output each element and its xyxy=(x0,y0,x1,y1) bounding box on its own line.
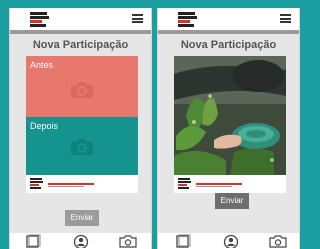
gallery-icon[interactable] xyxy=(173,234,193,248)
depois-photo-slot[interactable]: Depois xyxy=(26,117,138,175)
camera-tab-icon[interactable] xyxy=(268,234,288,248)
phone-screen-new-participation: Nova Participação Antes Depois Enviar xyxy=(9,8,152,249)
photo-card: Antes Depois xyxy=(26,56,138,193)
bottom-nav xyxy=(158,233,299,249)
camera-icon[interactable] xyxy=(68,137,96,157)
card-footer-logo xyxy=(26,175,138,193)
antes-label: Antes xyxy=(30,60,54,70)
app-bar xyxy=(10,8,151,30)
menu-icon[interactable] xyxy=(132,14,143,23)
app-logo xyxy=(30,10,52,29)
card-footer-logo xyxy=(174,175,286,193)
antes-photo-slot[interactable]: Antes xyxy=(26,56,138,117)
depois-label: Depois xyxy=(30,121,59,131)
camera-tab-icon[interactable] xyxy=(118,234,138,248)
profile-icon[interactable] xyxy=(71,234,91,248)
participation-photo[interactable] xyxy=(174,56,286,175)
page-title: Nova Participação xyxy=(180,39,277,51)
photo-card xyxy=(174,56,286,193)
send-button[interactable]: Enviar xyxy=(215,193,249,209)
menu-icon[interactable] xyxy=(280,14,291,23)
profile-icon[interactable] xyxy=(221,234,241,248)
app-bar xyxy=(158,8,299,30)
content-area: Nova Participação Enviar xyxy=(158,34,299,234)
gallery-icon[interactable] xyxy=(23,234,43,248)
send-button[interactable]: Enviar xyxy=(65,210,99,226)
phone-screen-new-participation-filled: Nova Participação Enviar xyxy=(157,8,300,249)
bottom-nav xyxy=(10,233,151,249)
camera-icon[interactable] xyxy=(68,80,96,100)
page-title: Nova Participação xyxy=(32,39,129,51)
content-area: Nova Participação Antes Depois Enviar xyxy=(10,34,151,234)
app-logo xyxy=(178,10,200,29)
